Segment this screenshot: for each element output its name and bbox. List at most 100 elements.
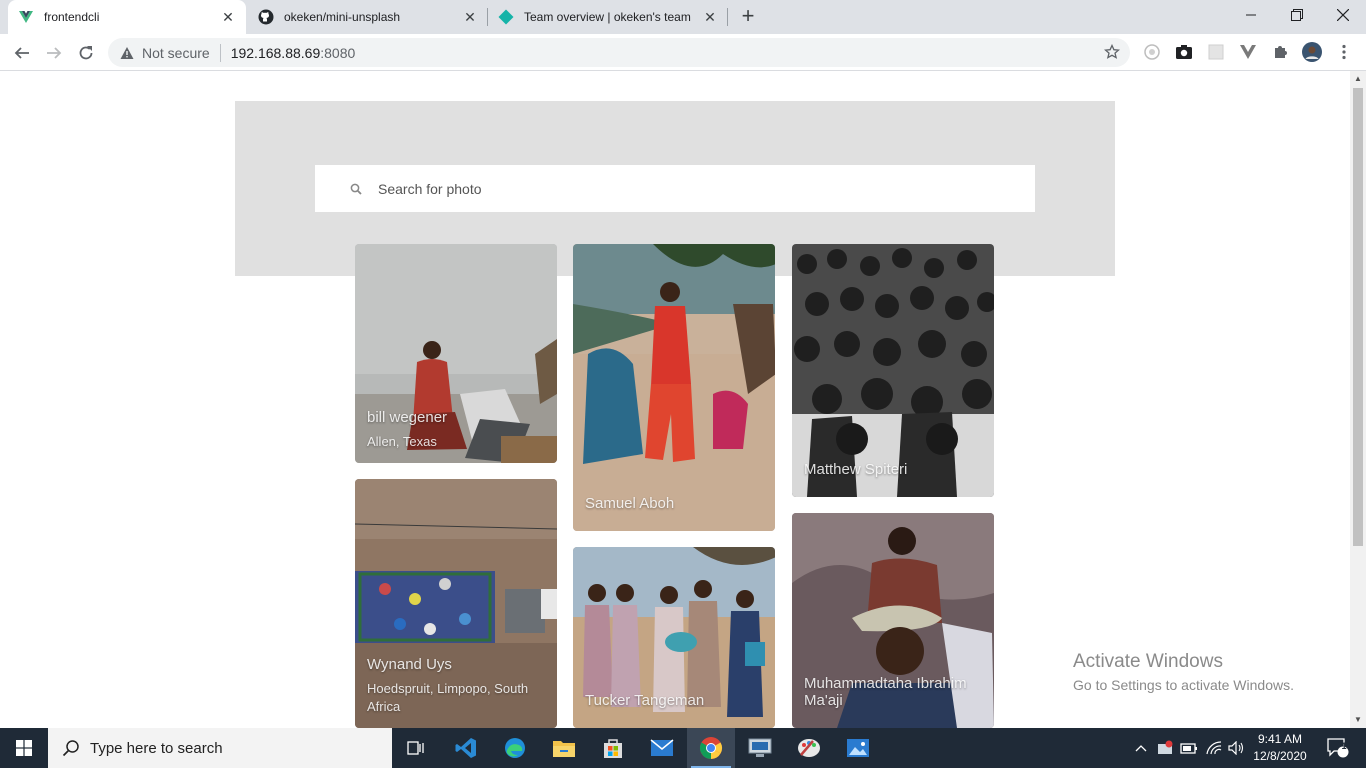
close-tab-icon[interactable]: ✕	[220, 9, 236, 25]
restore-button[interactable]	[1274, 0, 1320, 30]
remote-desktop-taskbar-app[interactable]	[736, 728, 784, 768]
taskbar-clock[interactable]: 9:41 AM 12/8/2020	[1240, 731, 1320, 765]
photo-card[interactable]: Muhammadtaha Ibrahim Ma'aji	[792, 513, 994, 728]
photo-caption: Wynand Uys Hoedspruit, Limpopo, South Af…	[355, 656, 557, 728]
windows-taskbar: Type here to search 9:41 AM 12/8/2020 1	[0, 728, 1366, 768]
photo-card[interactable]: Samuel Aboh	[573, 244, 775, 531]
photo-caption: Matthew Spiteri	[792, 461, 994, 497]
tab-netlify[interactable]: Team overview | okeken's team ✕	[488, 0, 728, 34]
minimize-button[interactable]	[1228, 0, 1274, 30]
photo-location: Allen, Texas	[367, 434, 437, 449]
scroll-down-arrow-icon[interactable]: ▼	[1350, 712, 1366, 728]
paint-taskbar-app[interactable]	[785, 728, 833, 768]
reload-button[interactable]	[72, 39, 100, 67]
chrome-menu-button[interactable]	[1334, 42, 1354, 62]
photographer-name: Tucker Tangeman	[585, 692, 705, 709]
minimize-icon	[1246, 14, 1256, 16]
forward-button[interactable]	[40, 39, 68, 67]
show-hidden-icons-button[interactable]	[1132, 728, 1150, 768]
extension-button[interactable]	[1142, 42, 1162, 62]
mail-icon	[650, 739, 674, 756]
security-label[interactable]: Not secure	[142, 45, 210, 61]
screenshot-extension-button[interactable]	[1174, 42, 1194, 62]
url-host: 192.168.88.69	[230, 44, 321, 61]
camera-icon	[1176, 45, 1192, 59]
vertical-scrollbar[interactable]: ▲ ▼	[1350, 71, 1366, 728]
tab-frontendcli[interactable]: frontendcli ✕	[8, 0, 246, 34]
vscode-taskbar-app[interactable]	[442, 728, 490, 768]
profile-button[interactable]	[1302, 42, 1322, 62]
action-center-button[interactable]: 1	[1320, 728, 1356, 768]
close-tab-icon[interactable]: ✕	[702, 9, 718, 25]
photo-card[interactable]: Wynand Uys Hoedspruit, Limpopo, South Af…	[355, 479, 557, 728]
store-bag-icon	[604, 739, 622, 758]
edge-taskbar-app[interactable]	[491, 728, 539, 768]
tab-github[interactable]: okeken/mini-unsplash ✕	[248, 0, 488, 34]
close-window-button[interactable]	[1320, 0, 1366, 30]
address-bar[interactable]: Not secure 192.168.88.69:8080	[108, 38, 1130, 67]
tab-title: okeken/mini-unsplash	[284, 10, 401, 24]
photos-taskbar-app[interactable]	[834, 728, 882, 768]
github-icon	[258, 9, 274, 25]
photo-card[interactable]: bill wegener Allen, Texas	[355, 244, 557, 463]
file-explorer-taskbar-app[interactable]	[540, 728, 588, 768]
reload-icon	[79, 46, 93, 60]
new-tab-button[interactable]: +	[736, 5, 760, 29]
browser-toolbar: Not secure 192.168.88.69:8080	[0, 34, 1366, 71]
folder-icon	[553, 741, 575, 757]
task-view-icon	[407, 741, 424, 755]
close-tab-icon[interactable]: ✕	[462, 9, 478, 25]
photographer-name: Wynand Uys	[367, 656, 452, 673]
clock-time: 9:41 AM	[1257, 732, 1303, 746]
photo-search-box[interactable]	[315, 165, 1035, 212]
task-view-button[interactable]	[392, 728, 440, 768]
back-button[interactable]	[8, 39, 36, 67]
tray-app-button[interactable]	[1154, 728, 1176, 768]
extension-circle-icon	[1144, 44, 1160, 60]
network-button[interactable]	[1203, 728, 1225, 768]
chrome-icon	[700, 737, 722, 759]
photos-icon	[847, 739, 869, 757]
scroll-up-arrow-icon[interactable]: ▲	[1350, 71, 1366, 87]
address-divider	[219, 43, 221, 62]
grey-square-icon	[1208, 44, 1224, 60]
tab-title: Team overview | okeken's team	[524, 10, 691, 24]
store-taskbar-app[interactable]	[589, 728, 637, 768]
photographer-name: Matthew Spiteri	[804, 461, 908, 478]
monitor-icon	[748, 738, 772, 757]
mail-taskbar-app[interactable]	[638, 728, 686, 768]
photo-card[interactable]: Matthew Spiteri	[792, 244, 994, 497]
chrome-taskbar-app[interactable]	[687, 728, 735, 768]
start-button[interactable]	[0, 728, 48, 768]
battery-button[interactable]	[1178, 728, 1200, 768]
taskbar-search-box[interactable]: Type here to search	[48, 728, 392, 768]
extensions-menu-button[interactable]	[1270, 42, 1290, 62]
search-input[interactable]	[378, 180, 978, 197]
scrollbar-thumb[interactable]	[1353, 88, 1363, 546]
photo-caption: Muhammadtaha Ibrahim Ma'aji	[792, 675, 994, 728]
warning-icon	[120, 46, 134, 59]
search-icon	[62, 740, 79, 757]
tray-app-icon	[1158, 740, 1173, 754]
extension-button[interactable]	[1206, 42, 1226, 62]
avatar-icon	[1302, 42, 1322, 62]
more-vert-icon	[1342, 44, 1346, 60]
close-icon	[1337, 9, 1349, 21]
vue-devtools-button[interactable]	[1238, 42, 1258, 62]
photo-card[interactable]: Tucker Tangeman	[573, 547, 775, 728]
bookmark-star-icon[interactable]	[1104, 44, 1120, 60]
edge-icon	[505, 738, 525, 758]
netlify-icon	[498, 9, 514, 25]
watermark-title: Activate Windows	[1073, 651, 1223, 672]
photo-caption: Tucker Tangeman	[573, 692, 775, 728]
vscode-icon	[455, 738, 476, 758]
vue-devtools-icon	[1240, 45, 1256, 59]
tab-separator	[727, 8, 728, 26]
photographer-name: Samuel Aboh	[585, 495, 675, 512]
watermark-subtitle: Go to Settings to activate Windows.	[1073, 677, 1294, 693]
restore-icon	[1291, 9, 1303, 21]
url-port: :8080	[320, 44, 356, 61]
activate-windows-watermark: Activate Windows Go to Settings to activ…	[1073, 651, 1294, 693]
page-viewport: bill wegener Allen, Texas Wynand Uys Hoe…	[0, 71, 1350, 728]
photo-caption: bill wegener Allen, Texas	[355, 409, 557, 463]
